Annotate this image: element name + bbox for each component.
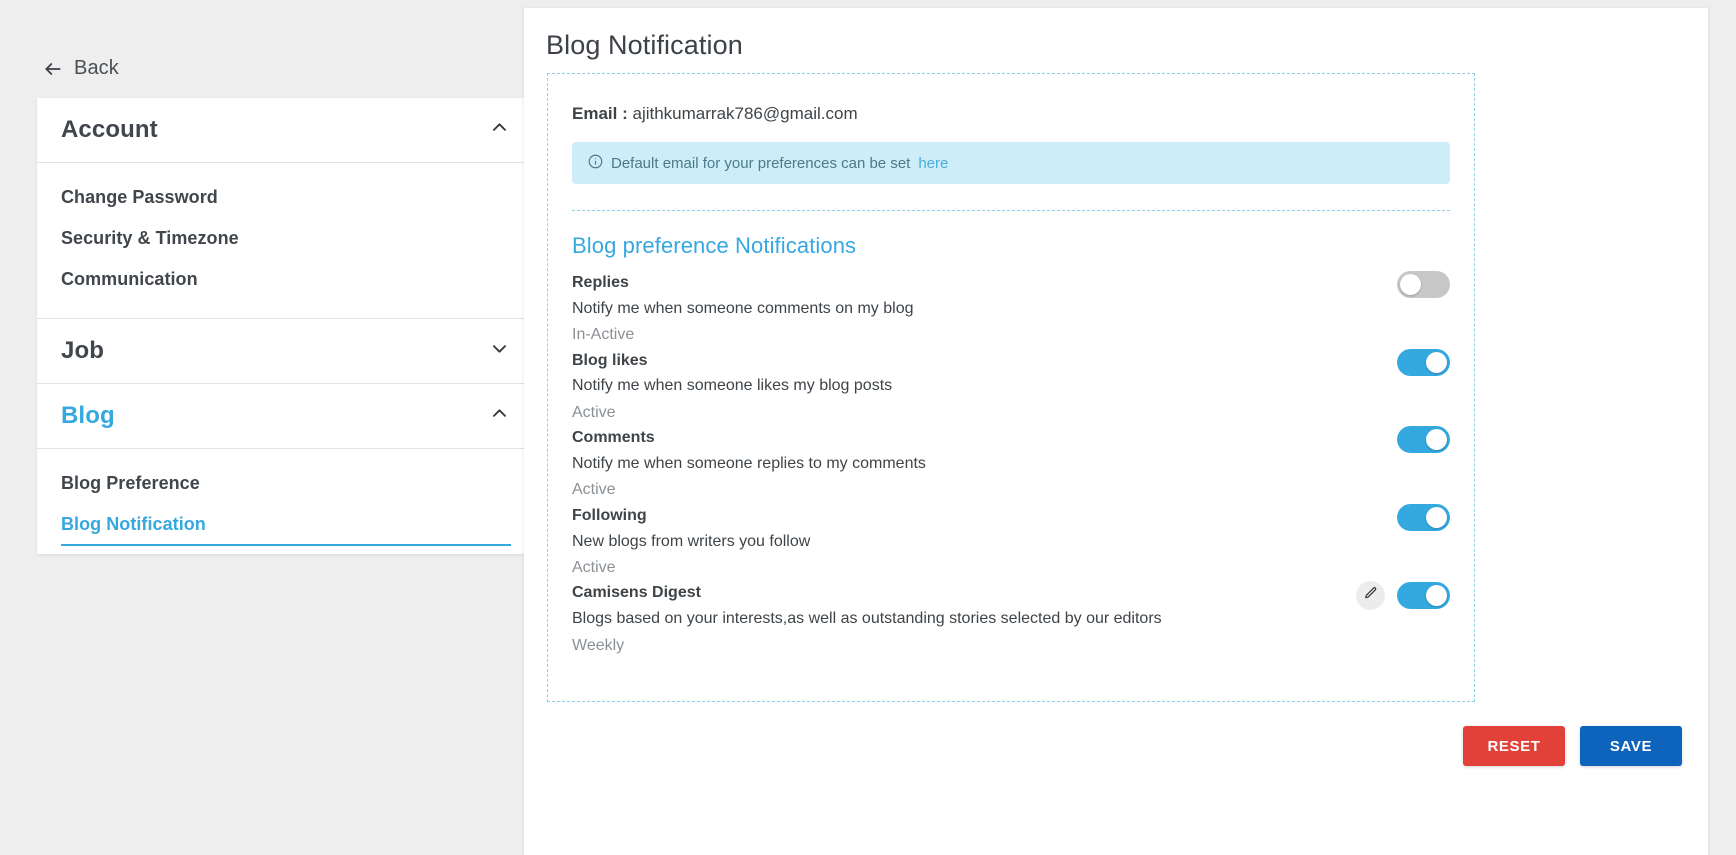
sidebar-item-blog-notification[interactable]: Blog Notification [61, 504, 511, 546]
preference-name: Camisens Digest [572, 584, 701, 602]
info-circle-icon [588, 154, 603, 173]
section-divider [572, 210, 1450, 211]
toggle-knob [1400, 274, 1421, 295]
preference-description: Notify me when someone replies to my com… [572, 454, 926, 472]
set-default-email-link[interactable]: here [918, 155, 948, 172]
preference-controls [1356, 581, 1450, 611]
chevron-up-icon [490, 118, 509, 142]
sidebar-item-change-password[interactable]: Change Password [37, 177, 535, 218]
preference-toggle-blog-likes[interactable] [1397, 348, 1450, 376]
preference-row: Following New blogs from writers you fol… [572, 503, 1450, 582]
notification-settings-box: Email : ajithkumarrak786@gmail.com Defau… [547, 73, 1475, 702]
preference-name: Replies [572, 274, 629, 291]
email-value: ajithkumarrak786@gmail.com [632, 104, 858, 123]
email-row: Email : ajithkumarrak786@gmail.com [572, 104, 1450, 124]
preference-toggle-camisens-digest[interactable] [1397, 582, 1450, 610]
toggle-knob [1426, 585, 1447, 607]
preference-description: Notify me when someone likes my blog pos… [572, 377, 893, 395]
form-actions: RESET SAVE [524, 726, 1682, 766]
preference-description: Notify me when someone comments on my bl… [572, 299, 914, 317]
settings-page: Back Account Change Password Security & … [0, 0, 1736, 855]
back-arrow-icon [43, 59, 63, 79]
sidebar: Back Account Change Password Security & … [0, 0, 580, 855]
pencil-icon [1364, 586, 1378, 605]
sidebar-group-blog[interactable]: Blog [37, 384, 535, 449]
sidebar-group-job-label: Job [61, 337, 104, 364]
sidebar-group-job[interactable]: Job [37, 319, 535, 384]
toggle-knob [1426, 429, 1447, 451]
toggle-knob [1426, 351, 1447, 373]
preference-name: Comments [572, 429, 655, 447]
settings-menu-card: Account Change Password Security & Timez… [37, 98, 535, 554]
sidebar-item-security-timezone[interactable]: Security & Timezone [37, 218, 535, 259]
sidebar-group-account-label: Account [61, 116, 158, 143]
sidebar-group-account[interactable]: Account [37, 98, 535, 163]
edit-digest-button[interactable] [1356, 581, 1385, 611]
preference-row: Comments Notify me when someone replies … [572, 426, 1450, 504]
back-button[interactable]: Back [43, 57, 119, 80]
preference-description: New blogs from writers you follow [572, 532, 811, 550]
preference-toggle-following[interactable] [1397, 503, 1450, 531]
preference-name: Blog likes [572, 351, 648, 369]
preference-description: Blogs based on your interests,as well as… [572, 610, 1162, 628]
info-banner-text: Default email for your preferences can b… [611, 154, 911, 172]
reset-button[interactable]: RESET [1463, 726, 1565, 766]
default-email-info-banner: Default email for your preferences can b… [572, 142, 1450, 184]
preference-status: In-Active [572, 326, 635, 344]
preference-status: Weekly [572, 636, 625, 654]
toggle-knob [1426, 506, 1447, 528]
chevron-down-icon [490, 339, 509, 363]
chevron-up-icon [490, 404, 509, 428]
content-panel: Blog Notification Email : ajithkumarrak7… [524, 8, 1708, 855]
preference-controls [1397, 348, 1450, 376]
section-title: Blog preference Notifications [572, 233, 857, 258]
sidebar-group-blog-label: Blog [61, 402, 115, 429]
preference-toggle-replies[interactable] [1397, 271, 1450, 298]
preference-controls [1397, 426, 1450, 454]
preference-name: Following [572, 506, 647, 524]
sidebar-group-account-body: Change Password Security & Timezone Comm… [37, 163, 535, 319]
sidebar-item-communication[interactable]: Communication [37, 259, 535, 300]
preference-status: Active [572, 481, 616, 499]
preference-toggle-comments[interactable] [1397, 426, 1450, 454]
sidebar-group-blog-body: Blog Preference Blog Notification [37, 449, 535, 554]
page-title: Blog Notification [546, 30, 743, 60]
preference-row: Replies Notify me when someone comments … [572, 271, 1450, 349]
preference-controls [1397, 271, 1450, 298]
preference-controls [1397, 503, 1450, 531]
preference-row: Camisens Digest Blogs based on your inte… [572, 581, 1450, 659]
back-label: Back [74, 57, 119, 79]
preference-status: Active [572, 558, 616, 576]
sidebar-item-blog-preference[interactable]: Blog Preference [37, 463, 535, 504]
email-label: Email : [572, 104, 628, 123]
save-button[interactable]: SAVE [1580, 726, 1682, 766]
preference-status: Active [572, 403, 616, 421]
preference-row: Blog likes Notify me when someone likes … [572, 348, 1450, 427]
